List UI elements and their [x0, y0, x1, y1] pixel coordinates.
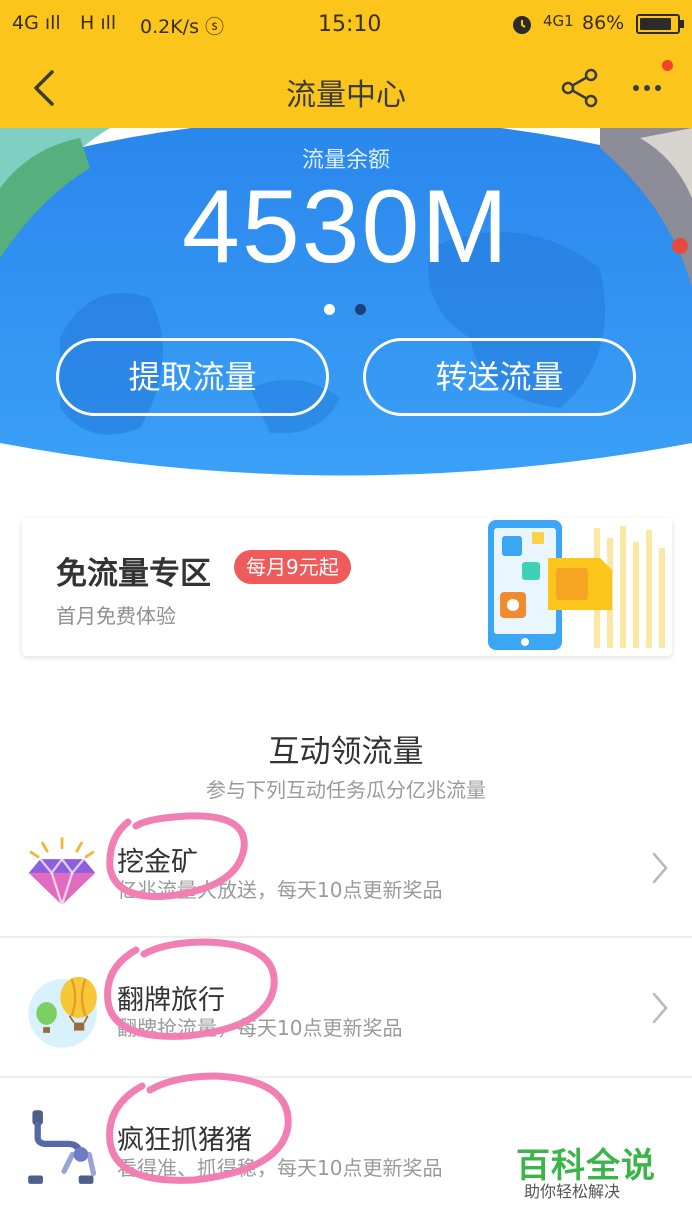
- balance-hero: 流量余额 4530M 提取流量 转送流量: [0, 128, 692, 488]
- more-icon: [633, 85, 661, 91]
- chevron-right-icon: [652, 852, 668, 884]
- more-button[interactable]: [626, 66, 670, 110]
- price-badge: 每月9元起: [234, 550, 351, 584]
- free-traffic-zone-card[interactable]: 免流量专区 每月9元起 首月免费体验: [22, 518, 672, 656]
- hot-air-balloon-icon: [28, 976, 97, 1048]
- transfer-traffic-button[interactable]: 转送流量: [363, 338, 636, 416]
- alarm-icon: [510, 12, 534, 41]
- notification-dot: [662, 60, 673, 71]
- section-subtitle: 参与下列互动任务瓜分亿兆流量: [206, 778, 486, 802]
- share-icon: [561, 68, 598, 108]
- share-button[interactable]: [558, 66, 602, 110]
- chevron-right-icon: [652, 992, 668, 1024]
- battery-level-fill: [640, 18, 671, 30]
- task-description: 翻牌抢流量，每天10点更新奖品: [117, 1016, 403, 1040]
- free-zone-subtitle: 首月免费体验: [56, 604, 176, 628]
- page-dot-2: [355, 304, 366, 315]
- balance-amount: 4530M: [182, 169, 510, 285]
- extract-traffic-button[interactable]: 提取流量: [56, 338, 329, 416]
- task-description: 亿兆流量大放送，每天10点更新奖品: [117, 878, 443, 902]
- signal-h-indicator: H ıll: [80, 12, 117, 34]
- page-dot-1: [324, 304, 335, 315]
- signal-4g-indicator: 4G ıll: [12, 12, 61, 34]
- task-description: 看得准、抓得稳，每天10点更新奖品: [117, 1156, 443, 1180]
- claw-machine-icon: [28, 1110, 97, 1184]
- battery-percent: 86%: [582, 12, 625, 34]
- flow-center-page: 4G ıll H ıll 0.2K/s ⓢ 15:10 4G1 86% 流量中心: [0, 0, 692, 1230]
- status-time: 15:10: [318, 12, 382, 37]
- task-row-gold-mine[interactable]: 挖金矿 亿兆流量大放送，每天10点更新奖品: [0, 800, 692, 938]
- phone-apps-illustration: [488, 520, 665, 650]
- top-app-bar: 流量中心: [0, 50, 692, 128]
- battery-icon: [636, 14, 680, 34]
- watermark-subtitle: 助你轻松解决: [524, 1182, 621, 1201]
- status-bar: 4G ıll H ıll 0.2K/s ⓢ 15:10 4G1 86%: [0, 0, 692, 50]
- section-title: 互动领流量: [268, 734, 424, 770]
- network-speed: 0.2K/s ⓢ: [140, 16, 225, 38]
- task-row-card-travel[interactable]: 翻牌旅行 翻牌抢流量，每天10点更新奖品: [0, 940, 692, 1078]
- network-type-indicator: 4G1: [543, 12, 574, 30]
- free-zone-title: 免流量专区: [56, 556, 211, 592]
- battery-cap: [680, 20, 684, 28]
- diamond-icon: [28, 837, 96, 909]
